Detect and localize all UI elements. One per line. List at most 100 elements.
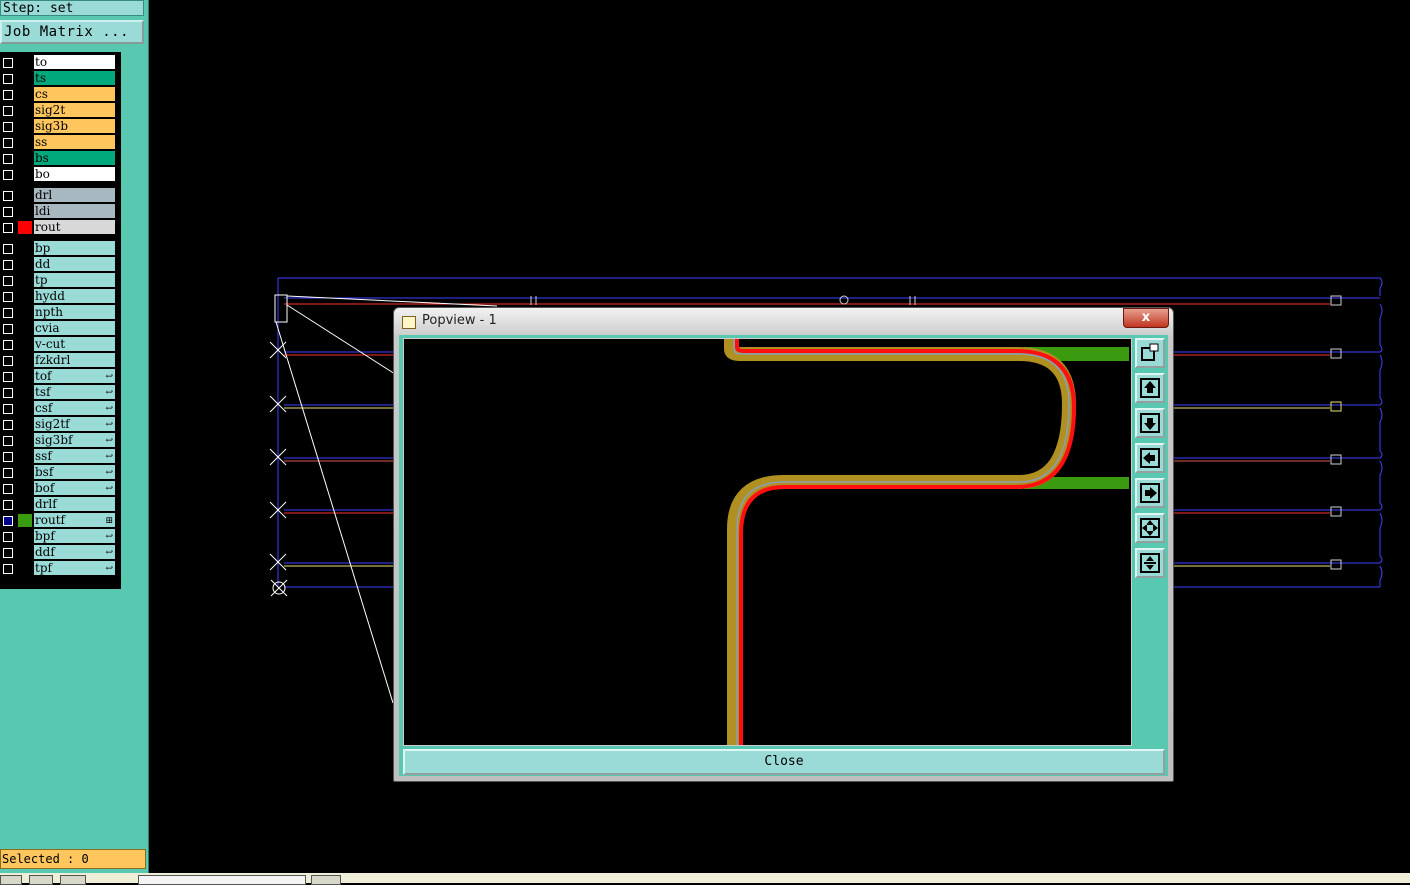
layer-color-swatch[interactable] (18, 306, 32, 319)
layer-color-swatch[interactable] (18, 88, 32, 101)
layer-name[interactable]: sig3bf ↩ (34, 433, 115, 447)
layer-row[interactable]: tp (0, 273, 118, 288)
layer-checkbox[interactable] (3, 170, 13, 180)
layer-row[interactable]: hydd (0, 289, 118, 304)
layer-name[interactable]: ss (34, 135, 115, 149)
layer-checkbox[interactable] (3, 484, 13, 494)
layer-checkbox[interactable] (3, 372, 13, 382)
layer-checkbox[interactable] (3, 138, 13, 148)
layer-row[interactable]: sig2t (0, 103, 118, 118)
pan-up-button[interactable] (1135, 373, 1165, 403)
layer-checkbox[interactable] (3, 404, 13, 414)
layer-row[interactable]: tof ↩ (0, 369, 118, 384)
layer-name[interactable]: tp (34, 273, 115, 287)
layer-row[interactable]: fzkdrl (0, 353, 118, 368)
layer-row[interactable]: dd (0, 257, 118, 272)
layer-checkbox[interactable] (3, 122, 13, 132)
layer-color-swatch[interactable] (18, 562, 32, 575)
layer-row[interactable]: tpf ↩ (0, 561, 118, 576)
layer-checkbox[interactable] (3, 260, 13, 270)
job-matrix-button[interactable]: Job Matrix ... (0, 20, 144, 44)
layer-checkbox[interactable] (3, 308, 13, 318)
layer-color-swatch[interactable] (18, 466, 32, 479)
layer-color-swatch[interactable] (18, 242, 32, 255)
layer-row[interactable]: ts (0, 71, 118, 86)
layer-color-swatch[interactable] (18, 56, 32, 69)
layer-row[interactable]: sig2tf ↩ (0, 417, 118, 432)
layer-color-swatch[interactable] (18, 258, 32, 271)
layer-color-swatch[interactable] (18, 274, 32, 287)
layer-color-swatch[interactable] (18, 418, 32, 431)
layer-checkbox[interactable] (3, 292, 13, 302)
layer-checkbox[interactable] (3, 516, 13, 526)
layer-checkbox[interactable] (3, 356, 13, 366)
layer-row[interactable]: bof ↩ (0, 481, 118, 496)
layer-name[interactable]: cvia (34, 321, 115, 335)
layer-color-swatch[interactable] (18, 450, 32, 463)
layer-row[interactable]: npth (0, 305, 118, 320)
window-close-button[interactable]: x (1123, 308, 1169, 328)
layer-color-swatch[interactable] (18, 104, 32, 117)
toolbar-button[interactable] (0, 875, 22, 885)
popview-zoom-view[interactable] (403, 338, 1132, 746)
layer-checkbox[interactable] (3, 154, 13, 164)
layer-checkbox[interactable] (3, 244, 13, 254)
layer-name[interactable]: csf ↩ (34, 401, 115, 415)
layer-name[interactable]: to (34, 55, 115, 69)
layer-checkbox[interactable] (3, 90, 13, 100)
layer-color-swatch[interactable] (18, 434, 32, 447)
layer-checkbox[interactable] (3, 58, 13, 68)
toolbar-button[interactable] (60, 875, 86, 885)
layer-name[interactable]: bp (34, 241, 115, 255)
layer-checkbox[interactable] (3, 468, 13, 478)
pan-left-button[interactable] (1135, 443, 1165, 473)
close-button[interactable]: Close (403, 749, 1165, 775)
layer-checkbox[interactable] (3, 340, 13, 350)
layer-color-swatch[interactable] (18, 120, 32, 133)
layer-row[interactable]: bs (0, 151, 118, 166)
layer-name[interactable]: bo (34, 167, 115, 181)
command-input[interactable] (138, 875, 306, 885)
layer-row[interactable]: ssf ↩ (0, 449, 118, 464)
layer-checkbox[interactable] (3, 548, 13, 558)
layer-row[interactable]: bpf ↩ (0, 529, 118, 544)
layer-row[interactable]: ddf ↩ (0, 545, 118, 560)
layer-row[interactable]: to (0, 55, 118, 70)
layer-color-swatch[interactable] (18, 168, 32, 181)
layer-name[interactable]: bs (34, 151, 115, 165)
layer-checkbox[interactable] (3, 324, 13, 334)
layer-name[interactable]: sig2t (34, 103, 115, 117)
zoom-fit-button[interactable] (1135, 513, 1165, 543)
layer-row[interactable]: routf ⊞ (0, 513, 118, 528)
layer-checkbox[interactable] (3, 420, 13, 430)
layer-name[interactable]: npth (34, 305, 115, 319)
layer-color-swatch[interactable] (18, 189, 32, 202)
layer-checkbox[interactable] (3, 436, 13, 446)
layer-name[interactable]: bpf ↩ (34, 529, 115, 543)
layer-name[interactable]: v-cut (34, 337, 115, 351)
layer-row[interactable]: csf ↩ (0, 401, 118, 416)
layer-name[interactable]: tsf ↩ (34, 385, 115, 399)
toolbar-button[interactable] (29, 875, 53, 885)
layer-name[interactable]: rout (34, 220, 115, 234)
layer-color-swatch[interactable] (18, 530, 32, 543)
layer-checkbox[interactable] (3, 106, 13, 116)
layer-color-swatch[interactable] (18, 221, 32, 234)
layer-checkbox[interactable] (3, 500, 13, 510)
layer-row[interactable]: sig3bf ↩ (0, 433, 118, 448)
toolbar-button[interactable] (311, 875, 341, 885)
layer-checkbox[interactable] (3, 191, 13, 201)
layer-color-swatch[interactable] (18, 72, 32, 85)
layer-row[interactable]: bo (0, 167, 118, 182)
layer-checkbox[interactable] (3, 276, 13, 286)
layer-color-swatch[interactable] (18, 354, 32, 367)
layer-checkbox[interactable] (3, 564, 13, 574)
layer-color-swatch[interactable] (18, 386, 32, 399)
layer-checkbox[interactable] (3, 388, 13, 398)
layer-color-swatch[interactable] (18, 514, 32, 527)
layer-row[interactable]: drl (0, 188, 118, 203)
layer-row[interactable]: bsf ↩ (0, 465, 118, 480)
layer-checkbox[interactable] (3, 532, 13, 542)
layer-checkbox[interactable] (3, 452, 13, 462)
layer-color-swatch[interactable] (18, 152, 32, 165)
